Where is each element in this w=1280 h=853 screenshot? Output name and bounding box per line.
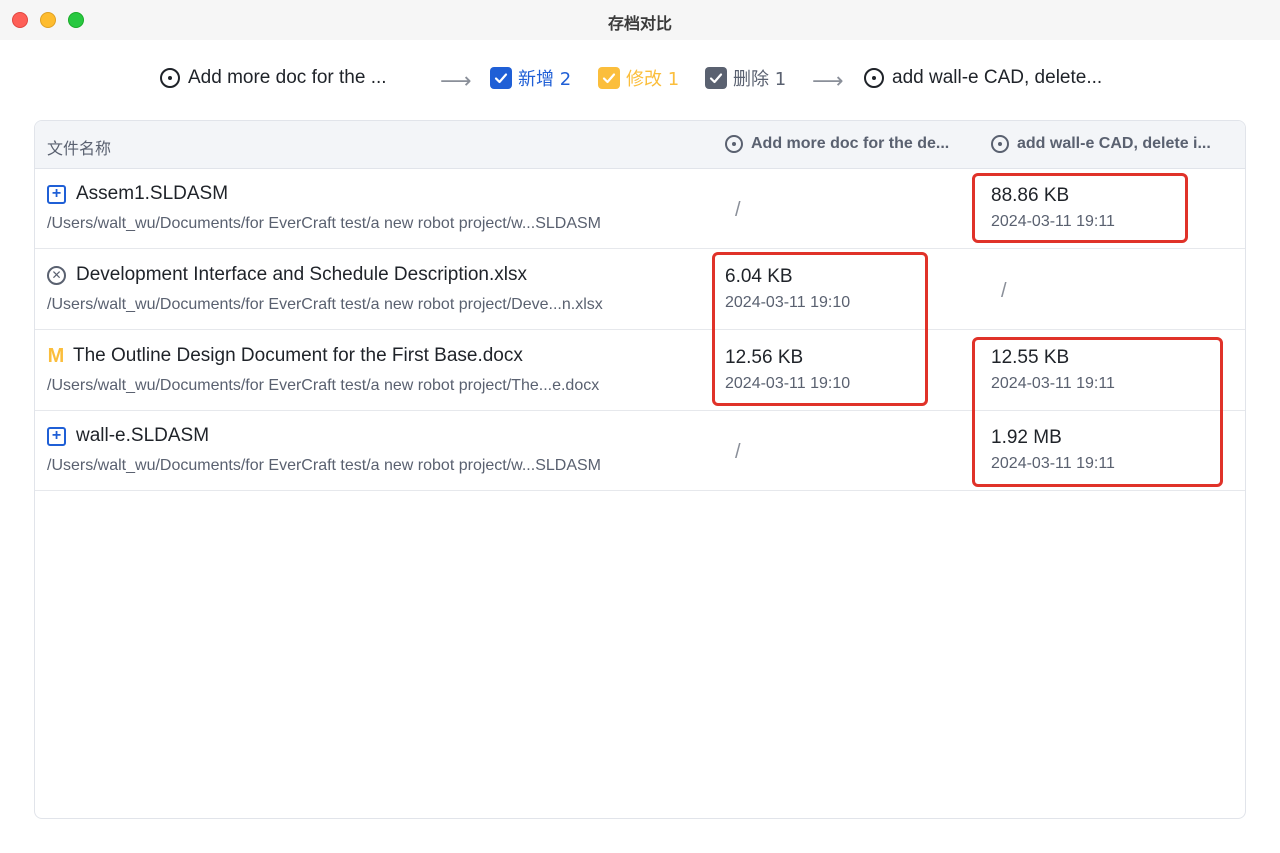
- empty-value: /: [735, 441, 741, 463]
- file-name: ✕ Development Interface and Schedule Des…: [47, 264, 527, 286]
- file-name: + Assem1.SLDASM: [47, 183, 228, 205]
- circle-dot-icon: [991, 135, 1009, 153]
- arrow-right-icon: ⟶: [812, 68, 844, 93]
- from-version-label: Add more doc for the ...: [188, 67, 387, 88]
- table-row[interactable]: ✕ Development Interface and Schedule Des…: [35, 250, 1245, 330]
- file-path: /Users/walt_wu/Documents/for EverCraft t…: [47, 296, 603, 313]
- highlight-box: [972, 337, 1223, 487]
- filter-deleted-checkbox[interactable]: 删除 1: [705, 66, 786, 90]
- plus-square-icon: +: [47, 426, 66, 446]
- to-version-label: add wall-e CAD, delete...: [892, 67, 1103, 88]
- window-title: 存档对比: [607, 14, 672, 33]
- circle-dot-icon: [864, 68, 884, 88]
- file-name-text: Development Interface and Schedule Descr…: [76, 264, 527, 285]
- compare-toolbar: Add more doc for the ... ⟶ 新增 2 修改 1 删除 …: [0, 58, 1280, 98]
- filter-added-checkbox[interactable]: 新增 2: [490, 66, 571, 90]
- filter-deleted-label: 删除 1: [733, 69, 787, 90]
- highlight-box: [972, 173, 1188, 243]
- file-path: /Users/walt_wu/Documents/for EverCraft t…: [47, 215, 601, 232]
- checkmark-icon: [490, 67, 512, 89]
- m-letter-icon: M: [47, 344, 65, 367]
- plus-square-icon: +: [47, 184, 66, 204]
- column-header-from-version[interactable]: Add more doc for the de...: [725, 135, 971, 153]
- file-name-text: Assem1.SLDASM: [76, 183, 229, 204]
- arrow-right-icon: ⟶: [440, 68, 472, 93]
- file-path: /Users/walt_wu/Documents/for EverCraft t…: [47, 377, 600, 394]
- column-header-to-label: add wall-e CAD, delete i...: [1017, 135, 1211, 152]
- filter-modified-checkbox[interactable]: 修改 1: [598, 66, 679, 90]
- file-name: + wall-e.SLDASM: [47, 425, 209, 447]
- column-header-from-label: Add more doc for the de...: [751, 135, 950, 152]
- to-version-selector[interactable]: add wall-e CAD, delete...: [864, 66, 1102, 90]
- empty-value: /: [735, 199, 741, 221]
- circle-dot-icon: [160, 68, 180, 88]
- highlight-box: [712, 252, 928, 406]
- file-path: /Users/walt_wu/Documents/for EverCraft t…: [47, 457, 601, 474]
- x-circle-icon: ✕: [47, 265, 66, 285]
- checkmark-icon: [705, 67, 727, 89]
- file-name: M The Outline Design Document for the Fi…: [47, 345, 523, 367]
- title-bar: 存档对比: [0, 0, 1280, 40]
- circle-dot-icon: [725, 135, 743, 153]
- empty-value: /: [1001, 280, 1007, 302]
- table-header: 文件名称 Add more doc for the de... add wall…: [35, 121, 1245, 169]
- from-version-selector[interactable]: Add more doc for the ...: [160, 66, 387, 90]
- column-header-to-version[interactable]: add wall-e CAD, delete i...: [991, 135, 1237, 153]
- filter-modified-label: 修改 1: [626, 69, 680, 90]
- file-name-text: wall-e.SLDASM: [76, 425, 210, 446]
- file-name-text: The Outline Design Document for the Firs…: [73, 345, 523, 366]
- filter-added-label: 新增 2: [518, 69, 572, 90]
- column-header-name: 文件名称: [47, 139, 112, 158]
- checkmark-icon: [598, 67, 620, 89]
